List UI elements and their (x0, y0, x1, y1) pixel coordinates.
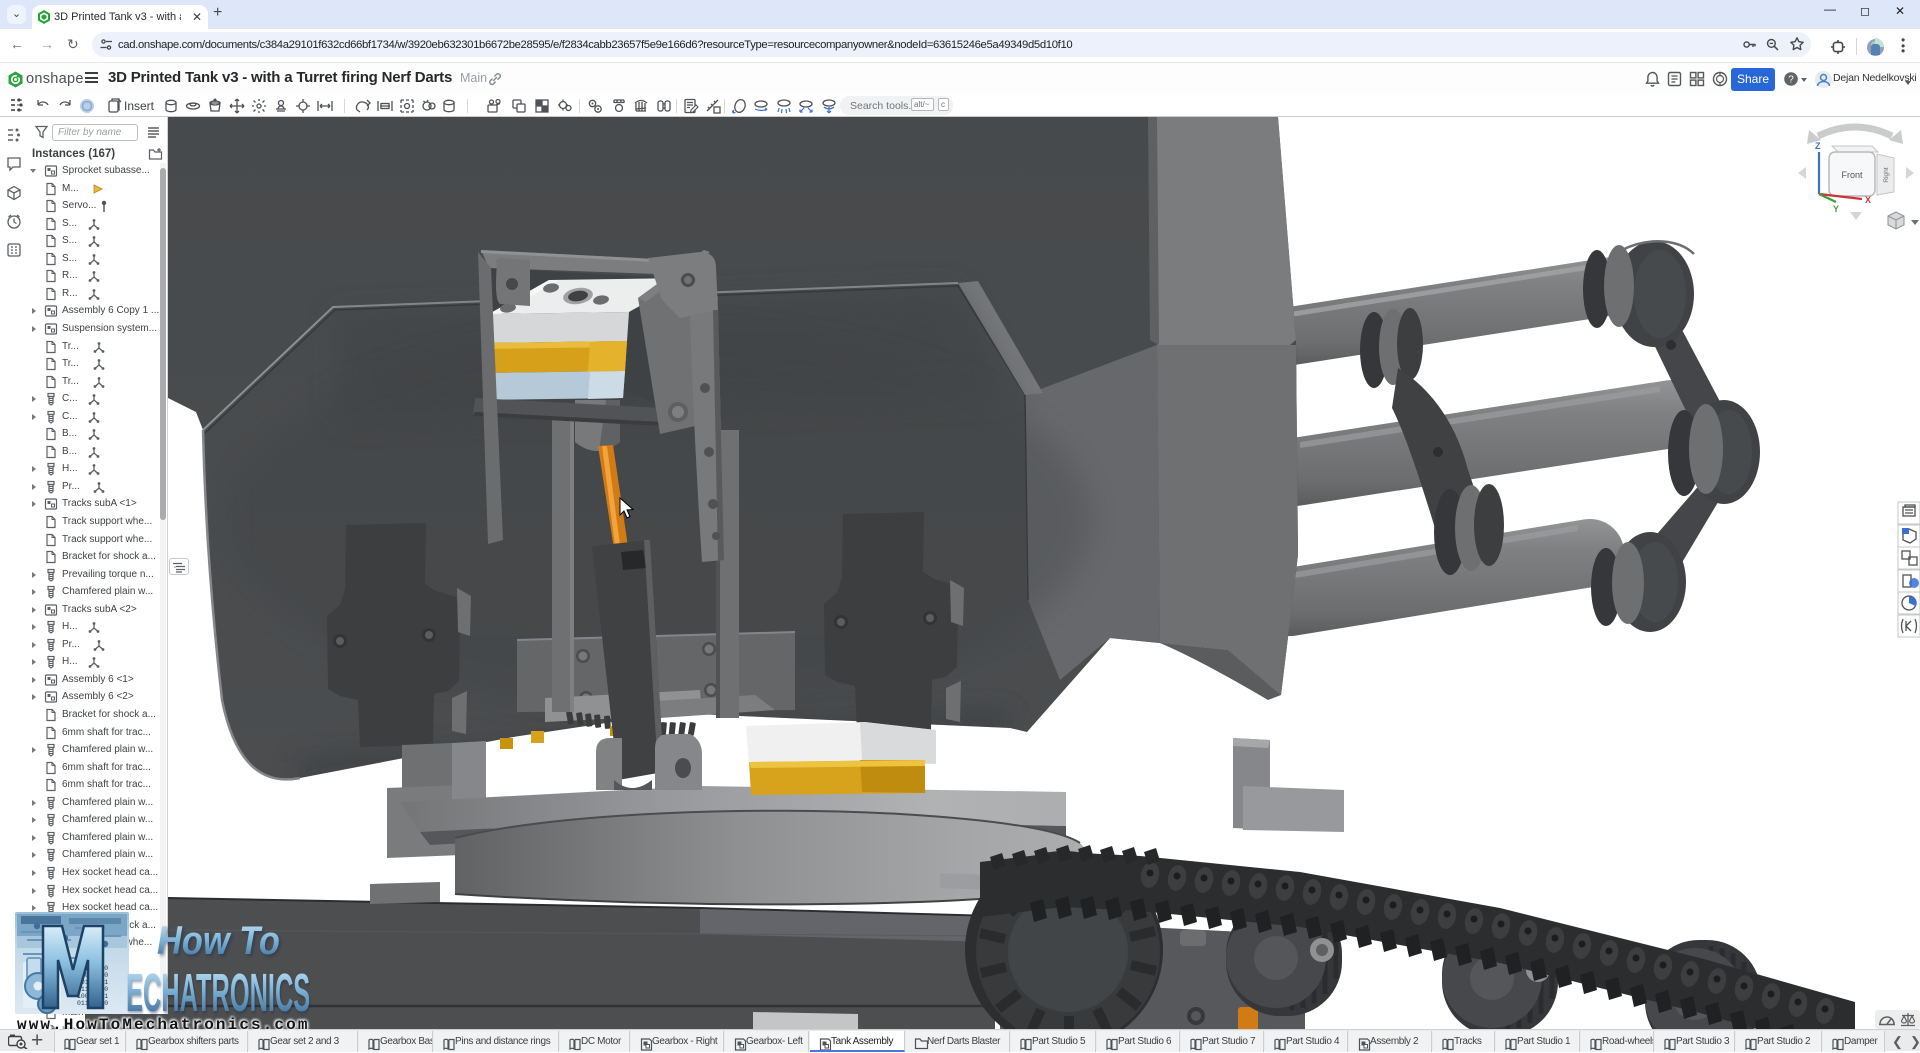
svg-text:?: ? (1788, 74, 1794, 85)
svg-text:Y: Y (1833, 204, 1839, 214)
svg-text:Right: Right (1883, 167, 1890, 182)
svg-text:Z: Z (1815, 141, 1821, 151)
svg-text:Front: Front (1841, 170, 1863, 180)
svg-text:X: X (1865, 195, 1871, 205)
